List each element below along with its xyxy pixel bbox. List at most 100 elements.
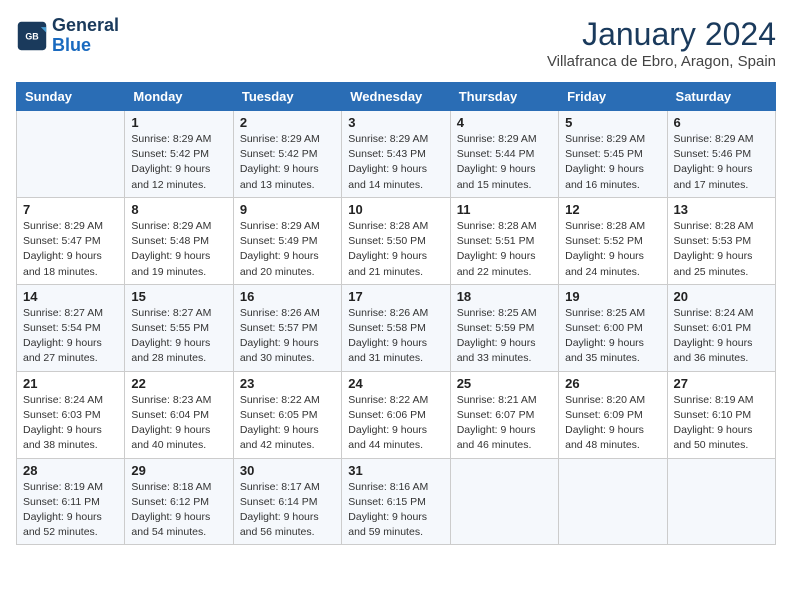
svg-text:GB: GB [25, 31, 38, 41]
day-info: Sunrise: 8:29 AMSunset: 5:49 PMDaylight:… [240, 219, 335, 280]
day-info: Sunrise: 8:25 AMSunset: 5:59 PMDaylight:… [457, 306, 552, 367]
calendar-cell: 13 Sunrise: 8:28 AMSunset: 5:53 PMDayligh… [667, 197, 775, 284]
calendar-cell: 26 Sunrise: 8:20 AMSunset: 6:09 PMDayligh… [559, 371, 667, 458]
day-number: 11 [457, 202, 552, 217]
calendar-week-4: 21Sunrise: 8:24 AMSunset: 6:03 PMDayligh… [17, 371, 776, 458]
calendar-cell: 16 Sunrise: 8:26 AMSunset: 5:57 PMDayligh… [233, 284, 341, 371]
weekday-header-saturday: Saturday [667, 83, 775, 111]
day-info: Sunrise: 8:29 AMSunset: 5:48 PMDaylight:… [131, 219, 226, 280]
title-area: January 2024 Villafranca de Ebro, Aragon… [547, 16, 776, 70]
calendar-subtitle: Villafranca de Ebro, Aragon, Spain [547, 53, 776, 70]
calendar-cell: 22 Sunrise: 8:23 AMSunset: 6:04 PMDayligh… [125, 371, 233, 458]
day-info: Sunrise: 8:18 AMSunset: 6:12 PMDaylight:… [131, 480, 226, 541]
day-info: Sunrise: 8:29 AMSunset: 5:42 PMDaylight:… [131, 132, 226, 193]
day-number: 26 [565, 376, 660, 391]
calendar-cell: 8 Sunrise: 8:29 AMSunset: 5:48 PMDaylight… [125, 197, 233, 284]
day-info: Sunrise: 8:29 AMSunset: 5:45 PMDaylight:… [565, 132, 660, 193]
calendar-week-5: 28Sunrise: 8:19 AMSunset: 6:11 PMDayligh… [17, 458, 776, 545]
calendar-cell: 7Sunrise: 8:29 AMSunset: 5:47 PMDaylight… [17, 197, 125, 284]
weekday-header-tuesday: Tuesday [233, 83, 341, 111]
day-number: 28 [23, 463, 118, 478]
calendar-cell: 29Sunrise: 8:18 AMSunset: 6:12 PMDayligh… [125, 458, 233, 545]
weekday-header-monday: Monday [125, 83, 233, 111]
day-number: 3 [348, 115, 443, 130]
day-number: 15 [131, 289, 226, 304]
calendar-cell: 31Sunrise: 8:16 AMSunset: 6:15 PMDayligh… [342, 458, 450, 545]
day-info: Sunrise: 8:16 AMSunset: 6:15 PMDaylight:… [348, 480, 443, 541]
day-number: 20 [674, 289, 769, 304]
day-number: 9 [240, 202, 335, 217]
day-number: 18 [457, 289, 552, 304]
weekday-header-friday: Friday [559, 83, 667, 111]
calendar-cell: 28Sunrise: 8:19 AMSunset: 6:11 PMDayligh… [17, 458, 125, 545]
calendar-cell: 9 Sunrise: 8:29 AMSunset: 5:49 PMDaylight… [233, 197, 341, 284]
day-info: Sunrise: 8:28 AMSunset: 5:52 PMDaylight:… [565, 219, 660, 280]
calendar-cell: 5Sunrise: 8:29 AMSunset: 5:45 PMDaylight… [559, 111, 667, 198]
day-number: 14 [23, 289, 118, 304]
day-number: 30 [240, 463, 335, 478]
calendar-cell: 20 Sunrise: 8:24 AMSunset: 6:01 PMDayligh… [667, 284, 775, 371]
day-info: Sunrise: 8:23 AMSunset: 6:04 PMDaylight:… [131, 393, 226, 454]
logo: GB General Blue [16, 16, 119, 56]
day-number: 6 [674, 115, 769, 130]
calendar-cell: 18 Sunrise: 8:25 AMSunset: 5:59 PMDayligh… [450, 284, 558, 371]
calendar-week-1: 1 Sunrise: 8:29 AMSunset: 5:42 PMDaylight… [17, 111, 776, 198]
calendar-cell: 19Sunrise: 8:25 AMSunset: 6:00 PMDayligh… [559, 284, 667, 371]
calendar-cell: 12 Sunrise: 8:28 AMSunset: 5:52 PMDayligh… [559, 197, 667, 284]
calendar-header: SundayMondayTuesdayWednesdayThursdayFrid… [17, 83, 776, 111]
calendar-cell: 27Sunrise: 8:19 AMSunset: 6:10 PMDayligh… [667, 371, 775, 458]
day-number: 16 [240, 289, 335, 304]
day-info: Sunrise: 8:28 AMSunset: 5:51 PMDaylight:… [457, 219, 552, 280]
calendar-cell: 4Sunrise: 8:29 AMSunset: 5:44 PMDaylight… [450, 111, 558, 198]
calendar-table: SundayMondayTuesdayWednesdayThursdayFrid… [16, 82, 776, 545]
calendar-cell: 24Sunrise: 8:22 AMSunset: 6:06 PMDayligh… [342, 371, 450, 458]
day-number: 25 [457, 376, 552, 391]
calendar-cell: 14 Sunrise: 8:27 AMSunset: 5:54 PMDayligh… [17, 284, 125, 371]
calendar-cell [450, 458, 558, 545]
weekday-header-wednesday: Wednesday [342, 83, 450, 111]
weekday-header-row: SundayMondayTuesdayWednesdayThursdayFrid… [17, 83, 776, 111]
calendar-week-3: 14 Sunrise: 8:27 AMSunset: 5:54 PMDayligh… [17, 284, 776, 371]
day-info: Sunrise: 8:21 AMSunset: 6:07 PMDaylight:… [457, 393, 552, 454]
day-number: 8 [131, 202, 226, 217]
day-number: 1 [131, 115, 226, 130]
logo-line1: General [52, 16, 119, 36]
day-info: Sunrise: 8:26 AMSunset: 5:58 PMDaylight:… [348, 306, 443, 367]
calendar-cell: 21Sunrise: 8:24 AMSunset: 6:03 PMDayligh… [17, 371, 125, 458]
day-info: Sunrise: 8:22 AMSunset: 6:05 PMDaylight:… [240, 393, 335, 454]
weekday-header-sunday: Sunday [17, 83, 125, 111]
calendar-cell: 2 Sunrise: 8:29 AMSunset: 5:42 PMDaylight… [233, 111, 341, 198]
calendar-title: January 2024 [547, 16, 776, 53]
day-number: 7 [23, 202, 118, 217]
day-number: 12 [565, 202, 660, 217]
day-number: 17 [348, 289, 443, 304]
calendar-cell: 15 Sunrise: 8:27 AMSunset: 5:55 PMDayligh… [125, 284, 233, 371]
calendar-cell [559, 458, 667, 545]
day-number: 13 [674, 202, 769, 217]
day-number: 19 [565, 289, 660, 304]
weekday-header-thursday: Thursday [450, 83, 558, 111]
day-info: Sunrise: 8:26 AMSunset: 5:57 PMDaylight:… [240, 306, 335, 367]
calendar-cell: 6Sunrise: 8:29 AMSunset: 5:46 PMDaylight… [667, 111, 775, 198]
day-number: 22 [131, 376, 226, 391]
day-number: 27 [674, 376, 769, 391]
day-info: Sunrise: 8:24 AMSunset: 6:01 PMDaylight:… [674, 306, 769, 367]
day-number: 2 [240, 115, 335, 130]
day-info: Sunrise: 8:27 AMSunset: 5:54 PMDaylight:… [23, 306, 118, 367]
calendar-cell: 10Sunrise: 8:28 AMSunset: 5:50 PMDayligh… [342, 197, 450, 284]
day-number: 10 [348, 202, 443, 217]
calendar-cell: 1 Sunrise: 8:29 AMSunset: 5:42 PMDaylight… [125, 111, 233, 198]
calendar-cell: 25 Sunrise: 8:21 AMSunset: 6:07 PMDayligh… [450, 371, 558, 458]
calendar-cell [667, 458, 775, 545]
day-info: Sunrise: 8:29 AMSunset: 5:42 PMDaylight:… [240, 132, 335, 193]
calendar-body: 1 Sunrise: 8:29 AMSunset: 5:42 PMDaylight… [17, 111, 776, 545]
calendar-cell: 3Sunrise: 8:29 AMSunset: 5:43 PMDaylight… [342, 111, 450, 198]
day-number: 21 [23, 376, 118, 391]
calendar-cell [17, 111, 125, 198]
calendar-cell: 30 Sunrise: 8:17 AMSunset: 6:14 PMDayligh… [233, 458, 341, 545]
day-info: Sunrise: 8:28 AMSunset: 5:53 PMDaylight:… [674, 219, 769, 280]
day-info: Sunrise: 8:20 AMSunset: 6:09 PMDaylight:… [565, 393, 660, 454]
day-info: Sunrise: 8:27 AMSunset: 5:55 PMDaylight:… [131, 306, 226, 367]
calendar-cell: 23Sunrise: 8:22 AMSunset: 6:05 PMDayligh… [233, 371, 341, 458]
day-info: Sunrise: 8:17 AMSunset: 6:14 PMDaylight:… [240, 480, 335, 541]
